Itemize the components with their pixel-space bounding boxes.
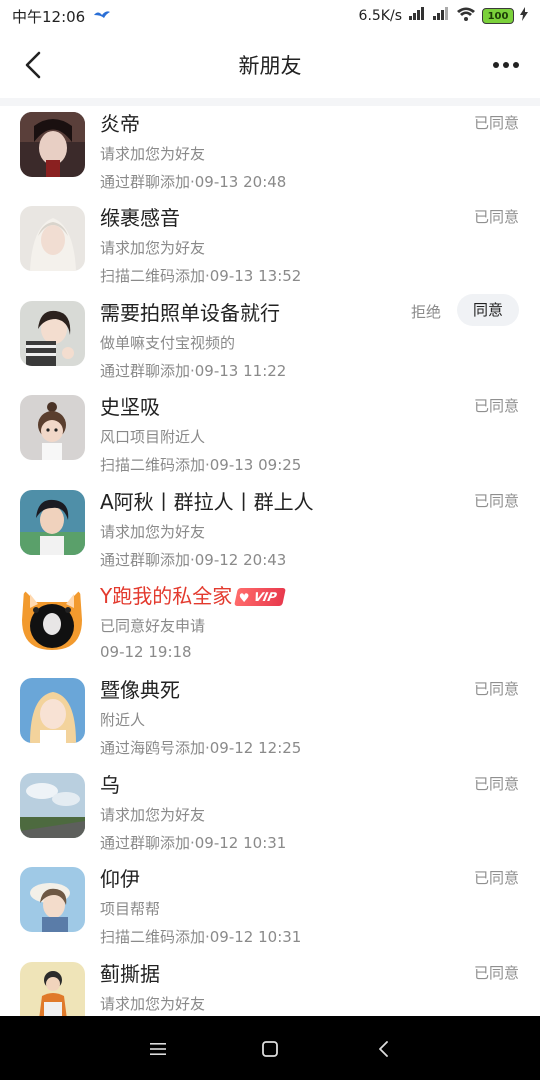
status-time: 中午12:06 (12, 7, 86, 26)
status-label: 已同意 (473, 114, 519, 132)
bird-notification-icon (93, 7, 111, 25)
friend-request-row[interactable]: 乌 请求加您为好友 通过群聊添加·09-12 10:31 已同意 (0, 767, 540, 861)
friend-request-row[interactable]: 暨像典死 附近人 通过海鸥号添加·09-12 12:25 已同意 (0, 672, 540, 766)
request-name: 仰伊 (100, 867, 140, 892)
charging-icon (520, 7, 528, 25)
friend-request-row[interactable]: 仰伊 项目帮帮 扫描二维码添加·09-12 10:31 已同意 (0, 861, 540, 955)
request-source: 扫描二维码添加·09-13 13:52 (100, 267, 302, 286)
chevron-left-icon (25, 51, 41, 79)
status-label: 已同意 (473, 491, 519, 510)
friend-request-list[interactable]: 炎帝 请求加您为好友 通过群聊添加·09-13 20:48 已同意 缑裹感音 请… (0, 106, 540, 1016)
request-source: 通过海鸥号添加·09-12 12:25 (100, 739, 302, 758)
friend-request-row[interactable]: Y跑我的私全家 ♥ VIP 已同意好友申请 09-12 19:18 (0, 578, 540, 672)
request-source: 扫描二维码添加·09-13 09:25 (100, 456, 302, 475)
page-header: 新朋友 (0, 32, 540, 98)
request-name: 缑裹感音 (100, 206, 180, 231)
menu-icon (150, 1043, 166, 1055)
net-speed: 6.5K/s (358, 8, 402, 24)
status-label: 已同意 (473, 963, 519, 982)
friend-request-row[interactable]: 史坚吸 风口项目附近人 扫描二维码添加·09-13 09:25 已同意 (0, 389, 540, 483)
avatar-vip-frame[interactable] (16, 580, 88, 652)
request-message: 请求加您为好友 (100, 522, 206, 541)
more-horizontal-icon (493, 62, 519, 68)
heart-icon: ♥ (239, 591, 250, 606)
avatar[interactable] (20, 961, 85, 1016)
request-name: Y跑我的私全家 ♥ VIP (100, 580, 286, 609)
avatar[interactable] (20, 300, 85, 366)
accept-button[interactable]: 同意 (457, 293, 519, 326)
request-message: 已同意好友申请 (100, 616, 206, 635)
request-message: 风口项目附近人 (100, 428, 206, 447)
avatar[interactable] (20, 489, 85, 555)
signal-icon (408, 7, 426, 25)
signal-icon-2 (432, 7, 450, 25)
request-name: 乌 (100, 772, 120, 797)
request-message: 请求加您为好友 (100, 239, 206, 258)
request-message: 附近人 (100, 711, 146, 730)
status-label: 已同意 (473, 208, 519, 227)
avatar[interactable] (20, 206, 85, 272)
header-divider (0, 98, 540, 106)
avatar[interactable] (20, 112, 85, 177)
request-source: 扫描二维码添加·09-12 10:31 (100, 928, 302, 947)
request-name: 蓟撕据 (100, 961, 160, 986)
request-message: 做单嘛支付宝视频的 (100, 333, 236, 352)
request-name: 暨像典死 (100, 678, 180, 703)
status-label: 已同意 (473, 774, 519, 793)
more-button[interactable] (486, 46, 526, 84)
request-message: 请求加您为好友 (100, 805, 206, 824)
wifi-icon (456, 7, 476, 25)
friend-request-row[interactable]: 蓟撕据 请求加您为好友 已同意 (0, 956, 540, 1016)
avatar[interactable] (20, 772, 85, 838)
request-name-text: Y跑我的私全家 (100, 583, 233, 608)
recent-apps-button[interactable] (143, 1034, 173, 1064)
request-name: 炎帝 (100, 112, 140, 136)
request-name: A阿秋丨群拉人丨群上人 (100, 489, 314, 514)
system-back-button[interactable] (368, 1034, 398, 1064)
status-label: 已同意 (473, 397, 519, 416)
page-title: 新朋友 (238, 54, 302, 78)
back-triangle-icon (379, 1041, 388, 1057)
friend-request-row[interactable]: 炎帝 请求加您为好友 通过群聊添加·09-13 20:48 已同意 (0, 106, 540, 200)
status-label: 已同意 (473, 869, 519, 888)
home-button[interactable] (255, 1034, 285, 1064)
request-source: 通过群聊添加·09-12 20:43 (100, 550, 287, 569)
request-source: 09-12 19:18 (100, 642, 192, 661)
status-label: 已同意 (473, 680, 519, 699)
friend-request-row[interactable]: A阿秋丨群拉人丨群上人 请求加您为好友 通过群聊添加·09-12 20:43 已… (0, 484, 540, 578)
system-nav-bar (0, 1016, 540, 1080)
request-message: 项目帮帮 (100, 900, 161, 919)
reject-button[interactable]: 拒绝 (411, 301, 441, 322)
request-message: 请求加您为好友 (100, 145, 206, 163)
request-name: 史坚吸 (100, 395, 160, 420)
request-message: 请求加您为好友 (100, 994, 206, 1013)
vip-badge-label: VIP (252, 590, 279, 605)
request-source: 通过群聊添加·09-13 20:48 (100, 173, 287, 191)
avatar[interactable] (20, 678, 85, 744)
request-source: 通过群聊添加·09-13 11:22 (100, 361, 287, 380)
vip-badge: ♥ VIP (234, 588, 286, 607)
friend-request-row[interactable]: 需要拍照单设备就行 做单嘛支付宝视频的 通过群聊添加·09-13 11:22 拒… (0, 293, 540, 389)
request-name: 需要拍照单设备就行 (100, 300, 280, 325)
avatar[interactable] (20, 395, 85, 461)
friend-request-row[interactable]: 缑裹感音 请求加您为好友 扫描二维码添加·09-13 13:52 已同意 (0, 200, 540, 294)
battery-icon: 100 (482, 8, 514, 24)
request-source: 通过群聊添加·09-12 10:31 (100, 833, 287, 852)
avatar[interactable] (20, 867, 85, 933)
status-bar: 中午12:06 6.5K/s 100 (0, 0, 540, 32)
back-button[interactable] (14, 46, 52, 84)
home-square-icon (262, 1041, 278, 1057)
